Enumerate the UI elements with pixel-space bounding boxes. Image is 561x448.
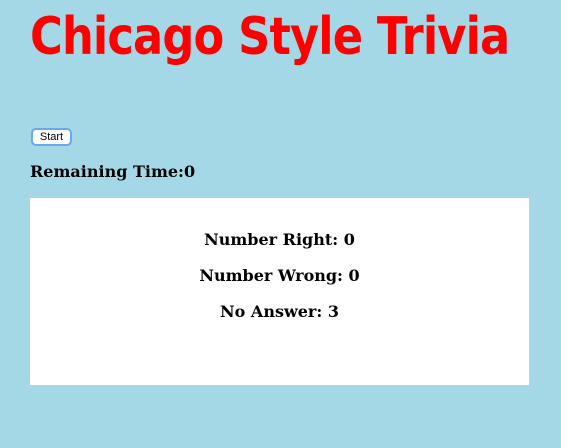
number-wrong-value: 0	[348, 266, 360, 285]
start-button[interactable]: Start	[31, 128, 72, 146]
remaining-time-value: 0	[183, 162, 196, 181]
number-right: Number Right: 0	[30, 230, 529, 250]
results-panel: Number Right: 0 Number Wrong: 0 No Answe…	[30, 198, 529, 385]
number-right-label: Number Right:	[204, 230, 344, 249]
no-answer-value: 3	[327, 302, 339, 321]
no-answer-label: No Answer:	[220, 302, 328, 321]
remaining-time-label: Remaining Time:	[30, 162, 184, 181]
page-title: Chicago Style Trivia	[30, 7, 510, 67]
no-answer: No Answer: 3	[30, 302, 529, 322]
number-wrong: Number Wrong: 0	[30, 266, 529, 286]
number-right-value: 0	[343, 230, 355, 249]
number-wrong-label: Number Wrong:	[199, 266, 349, 285]
remaining-time: Remaining Time:0	[30, 162, 195, 182]
